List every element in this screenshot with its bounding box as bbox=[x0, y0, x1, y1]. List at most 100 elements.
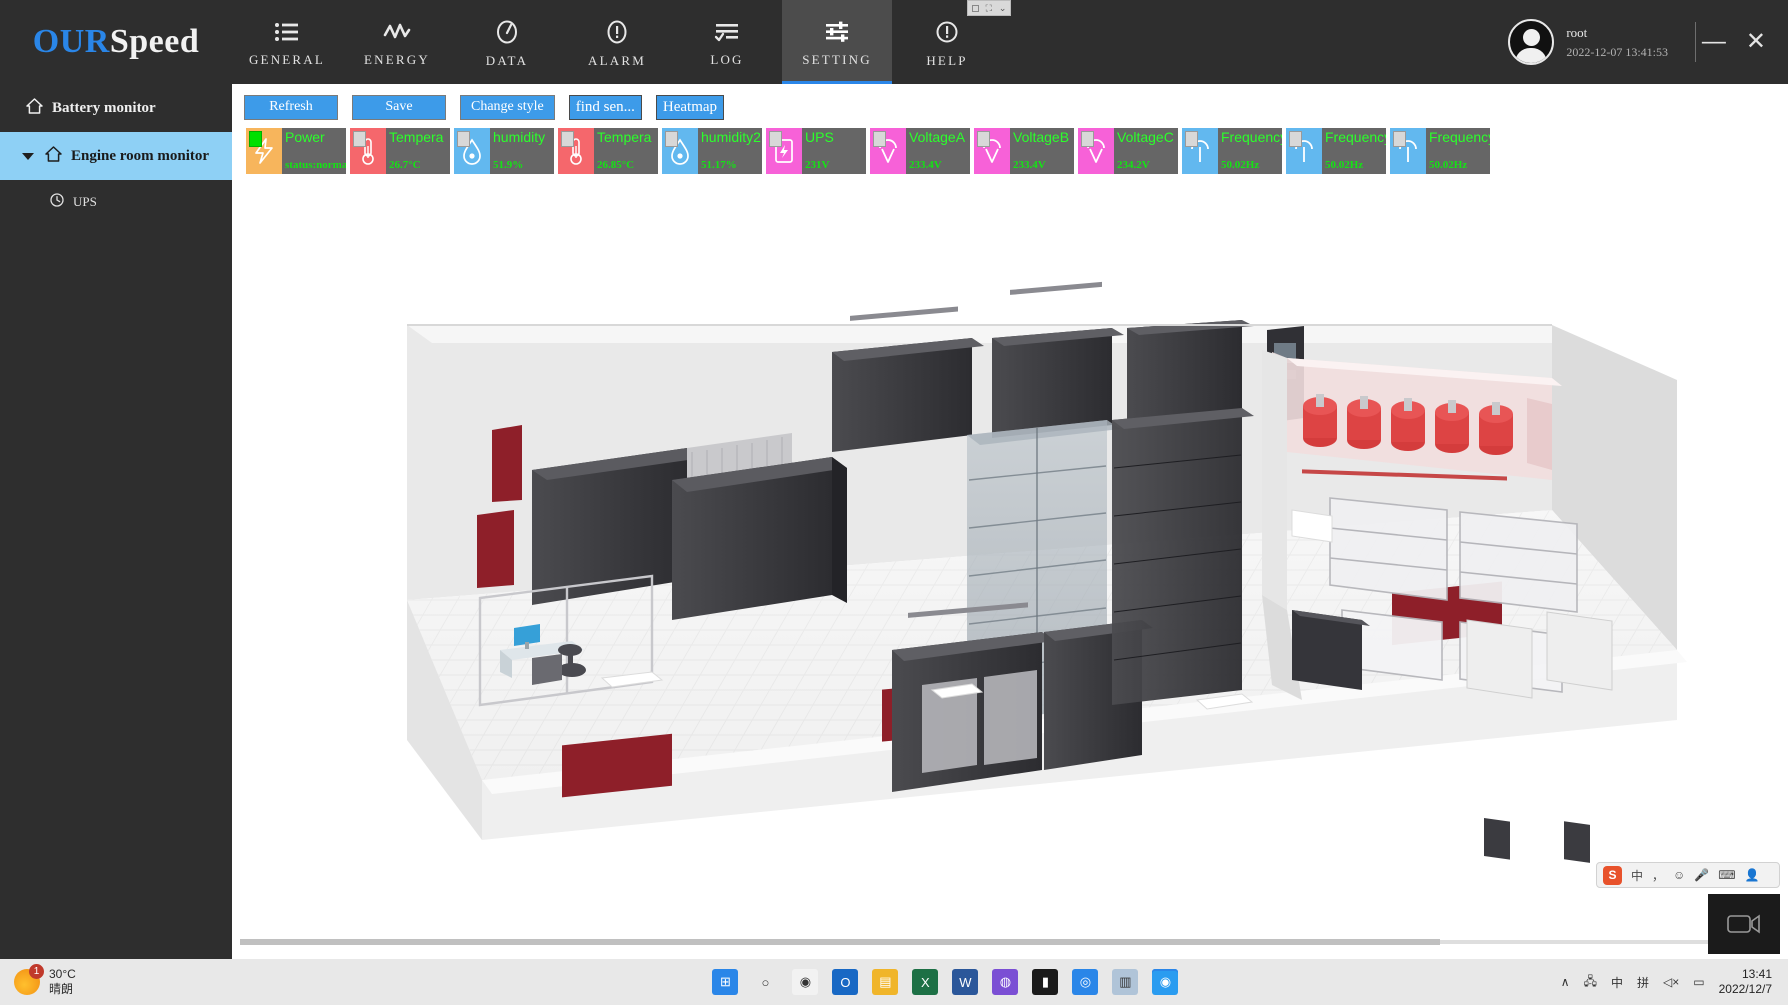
nav-label-data: DATA bbox=[486, 53, 528, 69]
taskbar-app-icons: ⊞ ○ ◉ O ▤ XW ◍ ▮ ◎ ▥ ◉ bbox=[330, 969, 1561, 995]
sensor-card[interactable]: UPS231V bbox=[766, 128, 866, 174]
tray-lang-icon[interactable]: 中 bbox=[1611, 974, 1623, 991]
sensor-card[interactable]: VoltageA233.4V bbox=[870, 128, 970, 174]
sensor-card[interactable]: humidity 51.9% bbox=[454, 128, 554, 174]
sensor-card[interactable]: Frequency50.02Hz bbox=[1390, 128, 1490, 174]
logo-speed: Speed bbox=[110, 23, 199, 61]
sensor-checkbox[interactable] bbox=[353, 131, 366, 147]
ime-emoji-icon[interactable]: ☺ bbox=[1673, 868, 1685, 882]
sensor-value: 233.4V bbox=[909, 159, 970, 172]
sensor-checkbox[interactable] bbox=[249, 131, 262, 147]
outlook-app[interactable]: O bbox=[832, 969, 858, 995]
sensor-card[interactable]: Powerstatus:normal bbox=[246, 128, 346, 174]
sensor-card-body: Frequency50.02Hz bbox=[1322, 128, 1386, 174]
windows-taskbar: 1 30°C 晴朗 ⊞ ○ ◉ O ▤ XW ◍ ▮ ◎ ▥ ◉ ∧ 🖧 中 拼 ◁× ▭ 13:4… bbox=[0, 959, 1788, 1005]
chrome-app[interactable]: ◉ bbox=[792, 969, 818, 995]
search-button[interactable]: ○ bbox=[752, 969, 778, 995]
chevron-down-icon: ⌄ bbox=[999, 3, 1007, 14]
find-sensor-button[interactable]: find sen... bbox=[569, 95, 642, 120]
ime-punctuation-icon[interactable]: ， bbox=[1652, 867, 1664, 884]
close-button[interactable]: ✕ bbox=[1746, 30, 1766, 54]
voltage-icon bbox=[1078, 128, 1114, 174]
voltage-icon bbox=[870, 128, 906, 174]
ime-keyboard-icon[interactable]: ⌨ bbox=[1718, 868, 1735, 882]
minimize-button[interactable]: — bbox=[1702, 30, 1726, 54]
sensor-card[interactable]: humidity251.17% bbox=[662, 128, 762, 174]
sensor-card-body: Tempera26.7°C bbox=[386, 128, 450, 174]
sensor-card[interactable]: Frequency50.02Hz bbox=[1182, 128, 1282, 174]
sensor-checkbox[interactable] bbox=[457, 131, 470, 147]
sun-icon: 1 bbox=[14, 969, 40, 995]
sensor-checkbox[interactable] bbox=[873, 131, 886, 147]
sensor-value: 51.9% bbox=[493, 159, 554, 172]
browser-app[interactable]: ◍ bbox=[992, 969, 1018, 995]
window-restore-widget[interactable]: ⛶ ⌄ bbox=[967, 0, 1011, 16]
server-room-3d-view[interactable] bbox=[232, 180, 1788, 940]
sensor-card[interactable]: VoltageB233.4V bbox=[974, 128, 1074, 174]
top-bar: OURSpeed GENERAL ENERGY DATA bbox=[0, 0, 1788, 84]
nav-item-alarm[interactable]: ALARM bbox=[562, 0, 672, 84]
taskbar-clock[interactable]: 13:41 2022/12/7 bbox=[1719, 967, 1772, 997]
sensor-checkbox[interactable] bbox=[977, 131, 990, 147]
sensor-checkbox[interactable] bbox=[1185, 131, 1198, 147]
nav-item-energy[interactable]: ENERGY bbox=[342, 0, 452, 84]
nav-item-log[interactable]: LOG bbox=[672, 0, 782, 84]
camera-icon bbox=[1727, 911, 1761, 937]
tray-show-hidden-icon[interactable]: ∧ bbox=[1561, 975, 1570, 989]
sidebar-item-ups[interactable]: UPS bbox=[0, 180, 232, 224]
scrollbar-thumb[interactable] bbox=[240, 939, 1440, 945]
sensor-card-body: humidity251.17% bbox=[698, 128, 762, 174]
heatmap-button[interactable]: Heatmap bbox=[656, 95, 724, 120]
tray-network-icon[interactable]: 🖧 bbox=[1584, 972, 1597, 993]
avatar bbox=[1508, 19, 1554, 65]
sogou-logo-icon[interactable]: S bbox=[1603, 866, 1622, 885]
sensor-name: humidity2 bbox=[701, 129, 762, 146]
sidebar-item-battery-monitor[interactable]: Battery monitor bbox=[0, 84, 232, 132]
save-button[interactable]: Save bbox=[352, 95, 446, 120]
sidebar-item-engine-room-monitor[interactable]: Engine room monitor bbox=[0, 132, 232, 180]
sensor-card[interactable]: Tempera26.7°C bbox=[350, 128, 450, 174]
tray-volume-icon[interactable]: ◁× bbox=[1663, 975, 1679, 989]
sensor-checkbox[interactable] bbox=[1393, 131, 1406, 147]
sensor-card[interactable]: Frequency50.02Hz bbox=[1286, 128, 1386, 174]
tray-battery-icon[interactable]: ▭ bbox=[1693, 975, 1704, 989]
nav-item-data[interactable]: DATA bbox=[452, 0, 562, 84]
file-explorer-app[interactable]: ▤ bbox=[872, 969, 898, 995]
start-button[interactable]: ⊞ bbox=[712, 969, 738, 995]
ime-user-icon[interactable]: 👤 bbox=[1745, 868, 1760, 882]
taskbar-weather-widget[interactable]: 1 30°C 晴朗 bbox=[0, 967, 330, 997]
nav-item-setting[interactable]: SETTING bbox=[782, 0, 892, 84]
nav-label-help: HELP bbox=[926, 53, 967, 69]
sensor-name: VoltageC bbox=[1117, 129, 1178, 146]
terminal-app[interactable]: ▮ bbox=[1032, 969, 1058, 995]
sensor-checkbox[interactable] bbox=[1289, 131, 1302, 147]
exclamation-circle-icon bbox=[604, 20, 630, 44]
nav-item-general[interactable]: GENERAL bbox=[232, 0, 342, 84]
sensor-card-body: VoltageB233.4V bbox=[1010, 128, 1074, 174]
ime-mic-icon[interactable]: 🎤 bbox=[1694, 868, 1709, 882]
tray-pinyin-icon[interactable]: 拼 bbox=[1637, 974, 1649, 991]
sensor-checkbox[interactable] bbox=[561, 131, 574, 147]
sensor-name: humidity bbox=[493, 129, 554, 146]
excel-app[interactable]: X bbox=[912, 969, 938, 995]
sensor-card-body: UPS231V bbox=[802, 128, 866, 174]
horizontal-scrollbar[interactable] bbox=[232, 937, 1788, 947]
refresh-button[interactable]: Refresh bbox=[244, 95, 338, 120]
user-box[interactable]: root 2022-12-07 13:41:53 bbox=[1508, 0, 1668, 84]
camera-preview-thumbnail[interactable] bbox=[1708, 894, 1780, 954]
word-app[interactable]: W bbox=[952, 969, 978, 995]
change-style-button[interactable]: Change style bbox=[460, 95, 555, 120]
sensor-checkbox[interactable] bbox=[665, 131, 678, 147]
sensor-card[interactable]: Tempera26.85°C bbox=[558, 128, 658, 174]
teams-app[interactable]: ◎ bbox=[1072, 969, 1098, 995]
app-logo: OURSpeed bbox=[0, 0, 232, 84]
ime-toolbar[interactable]: S 中 ， ☺ 🎤 ⌨ 👤 bbox=[1596, 862, 1780, 888]
monitor-app[interactable]: ◉ bbox=[1152, 969, 1178, 995]
chart-app[interactable]: ▥ bbox=[1112, 969, 1138, 995]
ime-lang-icon[interactable]: 中 bbox=[1631, 867, 1643, 884]
window-grid-icon bbox=[972, 5, 979, 12]
sensor-checkbox[interactable] bbox=[1081, 131, 1094, 147]
sensor-checkbox[interactable] bbox=[769, 131, 782, 147]
sensor-card[interactable]: VoltageC234.2V bbox=[1078, 128, 1178, 174]
main-nav: GENERAL ENERGY DATA ALARM bbox=[232, 0, 1002, 84]
